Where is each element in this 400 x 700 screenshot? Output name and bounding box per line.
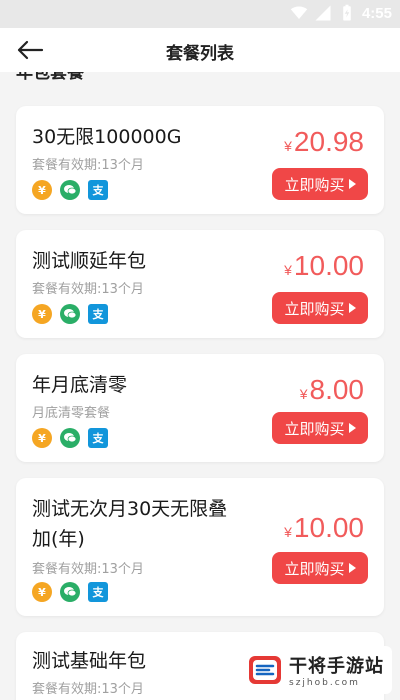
- app-header: 套餐列表: [0, 28, 400, 72]
- yuan-pay-icon: ¥: [32, 428, 52, 448]
- buy-now-button[interactable]: 立即购买: [272, 292, 368, 324]
- pay-methods: ¥ 支: [32, 304, 108, 324]
- package-price: ¥ 20.98: [284, 126, 364, 158]
- price-value: 10.00: [293, 512, 364, 543]
- alipay-icon: 支: [88, 304, 108, 324]
- pay-methods: ¥ 支: [32, 428, 108, 448]
- package-name: 30无限100000G: [32, 126, 182, 148]
- package-name-line1: 测试无次月30天无限叠: [32, 498, 228, 520]
- buy-now-button[interactable]: 立即购买: [272, 168, 368, 200]
- play-triangle-icon: [348, 423, 356, 433]
- currency-symbol: ¥: [284, 262, 292, 278]
- buy-now-button[interactable]: 立即购买: [272, 412, 368, 444]
- yuan-pay-icon: ¥: [32, 180, 52, 200]
- watermark-text: 干将手游站: [289, 656, 384, 677]
- alipay-icon: 支: [88, 582, 108, 602]
- buy-now-label: 立即购买: [284, 299, 345, 318]
- alipay-icon: 支: [88, 180, 108, 200]
- battery-icon: [343, 4, 351, 21]
- pay-methods: ¥ 支: [32, 582, 108, 602]
- package-name: 测试基础年包: [32, 650, 147, 672]
- buy-now-button[interactable]: 立即购买: [272, 552, 368, 584]
- package-subtitle: 套餐有效期:13个月: [32, 562, 144, 577]
- currency-symbol: ¥: [284, 524, 292, 540]
- package-subtitle: 套餐有效期:13个月: [32, 282, 144, 297]
- section-title: 年包套餐: [16, 72, 84, 83]
- status-time: 4:55: [361, 4, 392, 22]
- site-logo-icon: [247, 652, 283, 688]
- currency-symbol: ¥: [284, 138, 292, 154]
- package-price: ¥ 10.00: [284, 512, 364, 544]
- play-triangle-icon: [348, 303, 356, 313]
- wechat-pay-icon: [60, 304, 80, 324]
- package-subtitle: 套餐有效期:13个月: [32, 682, 144, 697]
- buy-now-label: 立即购买: [284, 559, 345, 578]
- wifi-icon: [290, 6, 308, 19]
- buy-now-label: 立即购买: [284, 175, 345, 194]
- wechat-pay-icon: [60, 582, 80, 602]
- alipay-icon: 支: [88, 428, 108, 448]
- wechat-pay-icon: [60, 180, 80, 200]
- price-value: 10.00: [293, 250, 364, 281]
- watermark-subtext: szjhob.com: [289, 678, 360, 688]
- package-card: 年月底清零 月底清零套餐 ¥ 支 ¥ 8.00 立即购买: [16, 354, 384, 462]
- pay-methods: ¥ 支: [32, 180, 108, 200]
- yuan-pay-icon: ¥: [32, 582, 52, 602]
- price-value: 20.98: [293, 126, 364, 157]
- price-value: 8.00: [309, 374, 365, 405]
- signal-icon: [315, 5, 331, 21]
- package-name: 测试顺延年包: [32, 250, 147, 272]
- buy-now-label: 立即购买: [284, 419, 345, 438]
- yuan-pay-icon: ¥: [32, 304, 52, 324]
- package-card: 测试无次月30天无限叠 加(年) 套餐有效期:13个月 ¥ 支 ¥ 10.00 …: [16, 478, 384, 616]
- package-card: 30无限100000G 套餐有效期:13个月 ¥ 支 ¥ 20.98 立即购买: [16, 106, 384, 214]
- package-price: ¥ 10.00: [284, 250, 364, 282]
- package-card: 测试顺延年包 套餐有效期:13个月 ¥ 支 ¥ 10.00 立即购买: [16, 230, 384, 338]
- package-name-line2: 加(年): [32, 528, 85, 550]
- play-triangle-icon: [348, 179, 356, 189]
- package-price: ¥ 8.00: [300, 374, 364, 406]
- package-subtitle: 月底清零套餐: [32, 406, 111, 421]
- currency-symbol: ¥: [299, 386, 308, 402]
- status-bar: 4:55: [0, 0, 400, 28]
- package-list[interactable]: 年包套餐 30无限100000G 套餐有效期:13个月 ¥ 支 ¥ 20.98 …: [0, 72, 400, 700]
- play-triangle-icon: [348, 563, 356, 573]
- package-subtitle: 套餐有效期:13个月: [32, 158, 144, 173]
- page-title: 套餐列表: [166, 44, 234, 64]
- package-name: 年月底清零: [32, 374, 128, 396]
- site-watermark: 干将手游站 szjhob.com: [239, 646, 392, 694]
- wechat-pay-icon: [60, 428, 80, 448]
